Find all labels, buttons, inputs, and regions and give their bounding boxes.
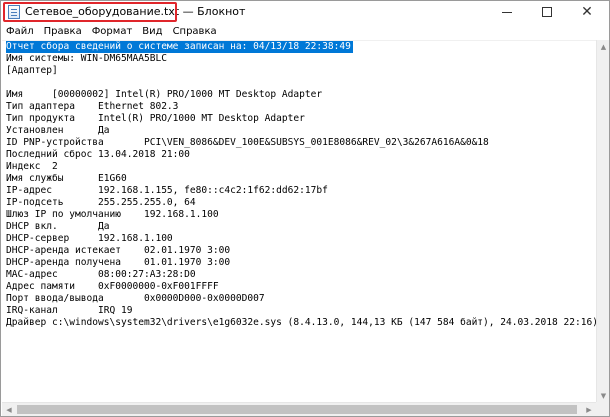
text-line: Имя системы: WIN-DM65MAA5BLC [6,53,167,64]
horizontal-scrollbar[interactable]: ◀ ▶ [2,402,596,416]
scrollbar-corner [596,402,609,416]
text-editor-area[interactable]: Отчет сбора сведений о системе записан н… [2,40,599,402]
scroll-right-icon[interactable]: ▶ [582,403,596,416]
text-line: Шлюз IP по умолчанию 192.168.1.100 [6,209,219,220]
text-line: Адрес памяти 0xF0000000-0xF001FFFF [6,281,219,292]
text-line: Тип адаптера Ethernet 802.3 [6,101,179,112]
menu-edit[interactable]: Правка [39,23,87,40]
menu-format[interactable]: Формат [87,23,138,40]
close-button[interactable]: ✕ [567,1,607,23]
text-line: IRQ-канал IRQ 19 [6,305,133,316]
menu-help[interactable]: Справка [168,23,222,40]
horizontal-scroll-thumb[interactable] [17,405,577,414]
title-highlight-annotation [3,2,177,22]
text-line: Имя [00000002] Intel(R) PRO/1000 MT Desk… [6,89,323,100]
minimize-button[interactable] [487,1,527,23]
text-line: Драйвер c:\windows\system32\drivers\e1g6… [6,317,599,328]
notepad-window: Сетевое_оборудование.txt — Блокнот ✕ Фай… [0,0,610,417]
text-line: Индекс 2 [6,161,58,172]
menu-view[interactable]: Вид [137,23,167,40]
text-line: IP-адрес 192.168.1.155, fe80::c4c2:1f62:… [6,185,328,196]
menu-bar: Файл Правка Формат Вид Справка [1,23,609,40]
text-line: DHCP-аренда истекает 02.01.1970 3:00 [6,245,231,256]
text-line: DHCP-сервер 192.168.1.100 [6,233,173,244]
title-bar[interactable]: Сетевое_оборудование.txt — Блокнот ✕ [1,1,609,23]
text-line: Установлен Да [6,125,110,136]
text-line: Порт ввода/вывода 0x0000D000-0x0000D007 [6,293,265,304]
vertical-scrollbar[interactable]: ▲ ▼ [596,40,609,402]
text-line: DHCP-аренда получена 01.01.1970 3:00 [6,257,231,268]
scroll-down-icon[interactable]: ▼ [597,389,609,402]
text-line: IP-подсеть 255.255.255.0, 64 [6,197,196,208]
scroll-left-icon[interactable]: ◀ [2,403,16,416]
scroll-up-icon[interactable]: ▲ [597,40,609,53]
text-line: Последний сброс 13.04.2018 21:00 [6,149,190,160]
text-line: DHCP вкл. Да [6,221,110,232]
text-line: MAC-адрес 08:00:27:A3:28:D0 [6,269,196,280]
close-icon: ✕ [581,4,593,20]
text-line: Имя службы E1G60 [6,173,127,184]
text-line: [Адаптер] [6,65,58,76]
maximize-button[interactable] [527,1,567,23]
menu-file[interactable]: Файл [1,23,39,40]
minimize-icon [502,11,512,13]
text-line: ID PNP-устройства PCI\VEN_8086&DEV_100E&… [6,137,489,148]
text-line: Тип продукта Intel(R) PRO/1000 MT Deskto… [6,113,305,124]
maximize-icon [542,7,552,17]
text-line-selected: Отчет сбора сведений о системе записан н… [6,41,353,53]
